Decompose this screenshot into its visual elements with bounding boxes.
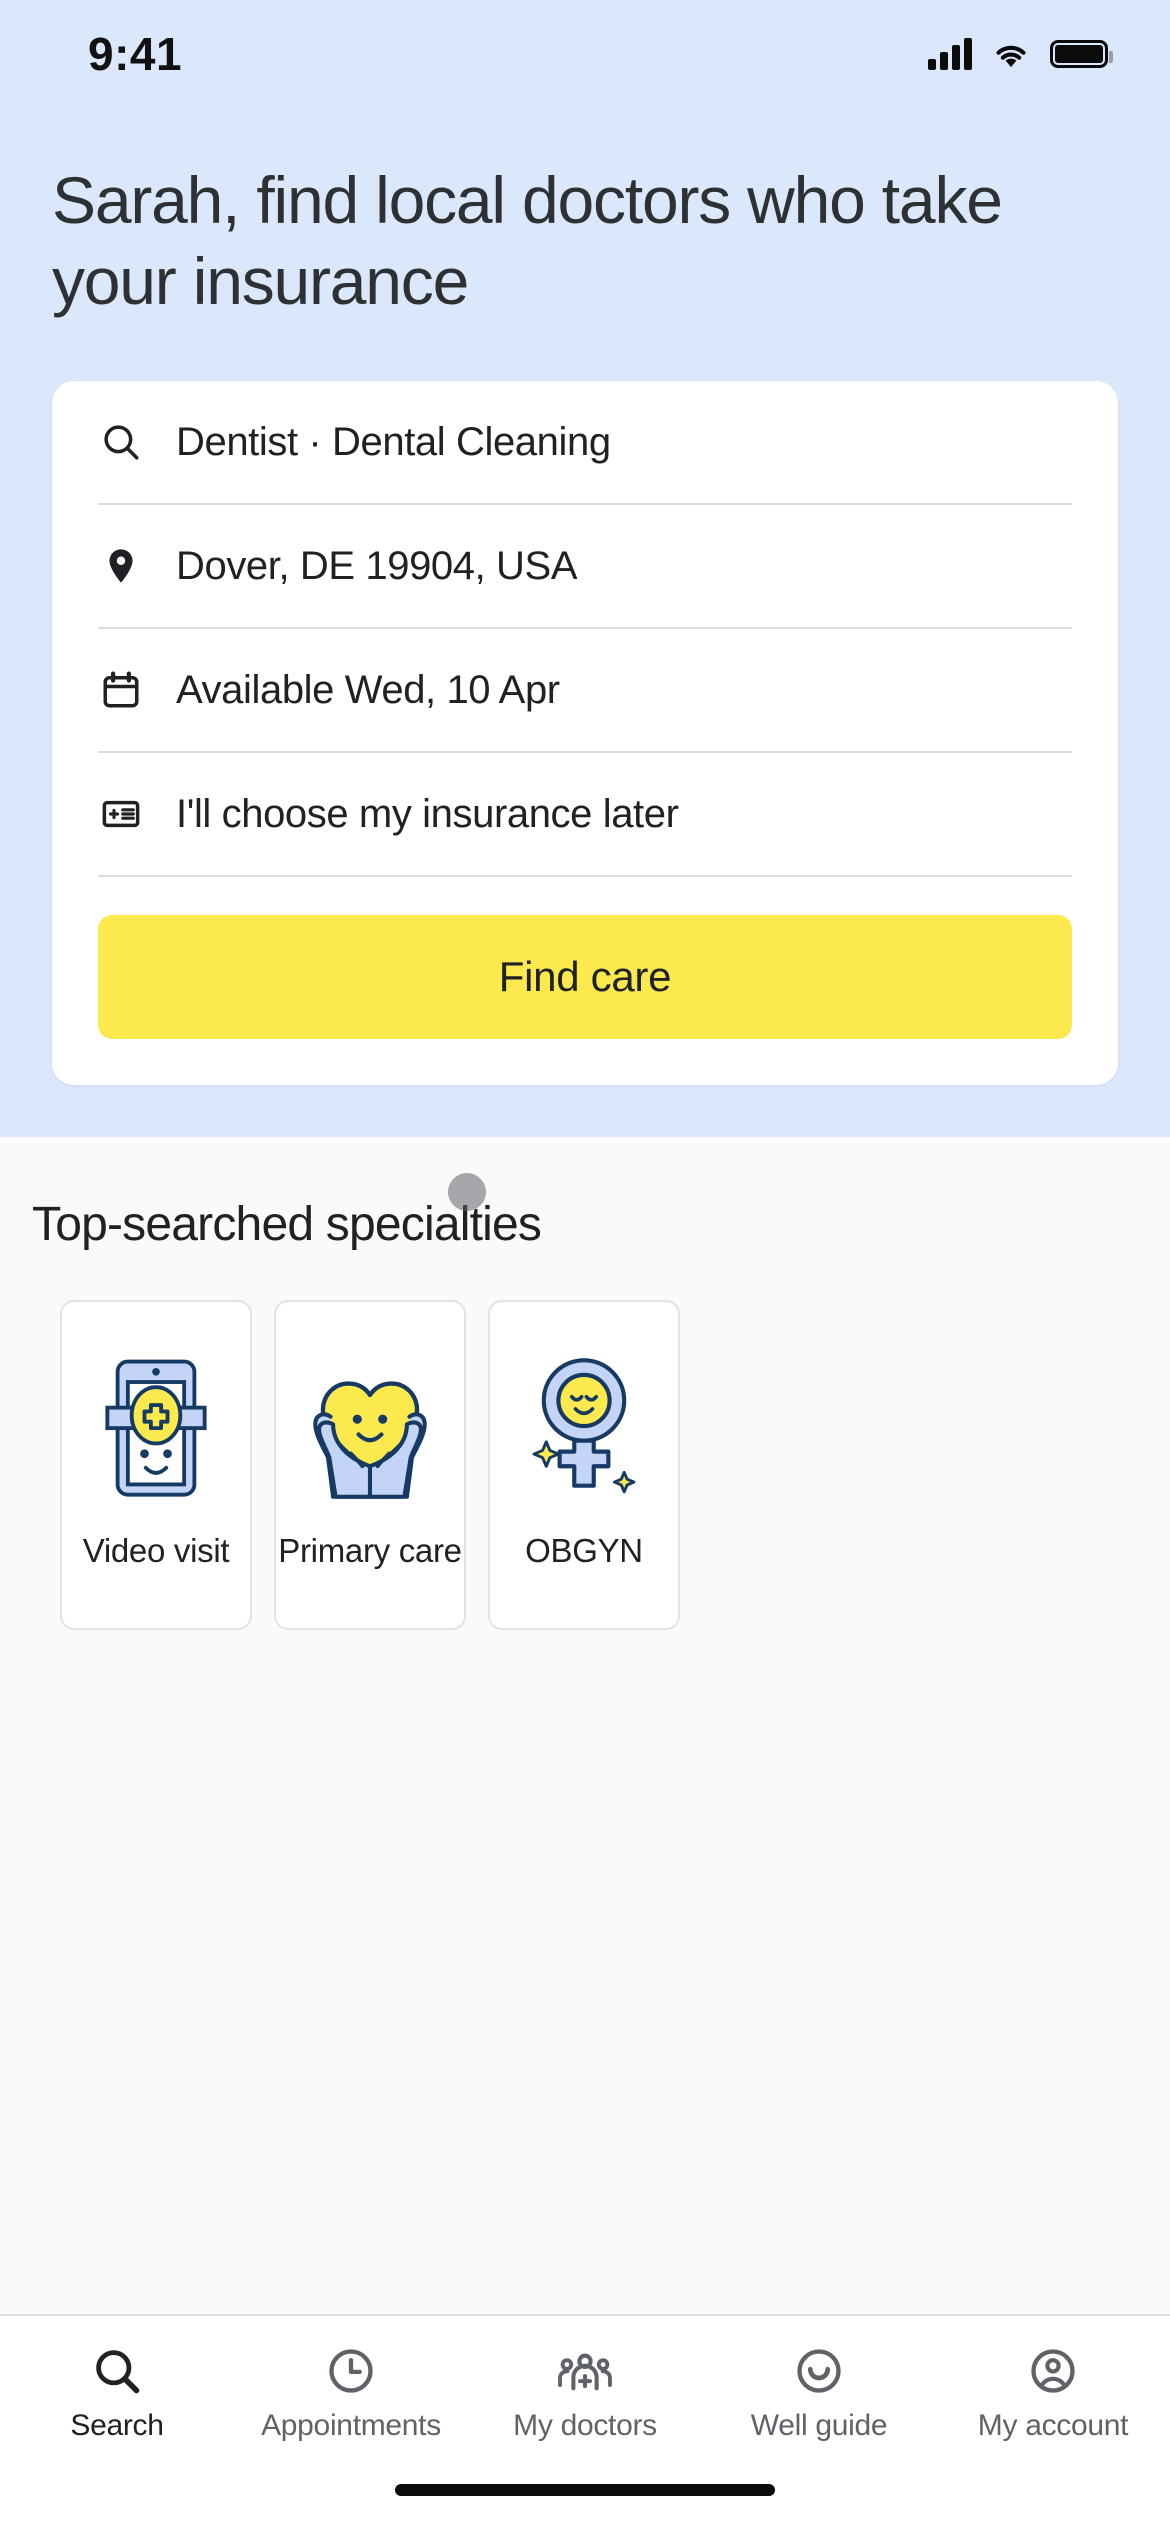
- wifi-icon: [990, 38, 1032, 70]
- nav-item-my-account[interactable]: My account: [936, 2343, 1170, 2443]
- female-symbol-face-illustration: [509, 1328, 659, 1518]
- search-insurance-value: I'll choose my insurance later: [176, 791, 679, 836]
- status-bar-icons: [928, 38, 1113, 70]
- find-care-wrapper: Find care: [98, 877, 1072, 1085]
- specialty-card-obgyn[interactable]: OBGYN: [488, 1300, 680, 1631]
- specialty-card-label: OBGYN: [525, 1532, 643, 1570]
- search-location-value: Dover, DE 19904, USA: [176, 543, 578, 588]
- bottom-navigation: Search Appointments My doctors Well guid…: [0, 2314, 1170, 2470]
- account-circle-icon: [1027, 2343, 1079, 2399]
- nav-item-label: Search: [70, 2409, 164, 2442]
- specialties-title: Top-searched specialties: [32, 1198, 542, 1252]
- home-indicator[interactable]: [395, 2484, 775, 2496]
- search-row-insurance[interactable]: I'll choose my insurance later: [98, 753, 1072, 878]
- search-row-specialty[interactable]: Dentist · Dental Cleaning: [98, 381, 1072, 506]
- calendar-icon: [98, 667, 144, 713]
- specialty-card-primary-care[interactable]: Primary care: [274, 1300, 466, 1631]
- specialty-card-video-visit[interactable]: Video visit: [60, 1300, 252, 1631]
- clock-icon: [325, 2343, 377, 2399]
- find-care-button[interactable]: Find care: [98, 915, 1072, 1040]
- nav-item-well-guide[interactable]: Well guide: [702, 2343, 936, 2443]
- home-indicator-area: [0, 2470, 1170, 2532]
- signal-bars-icon: [928, 38, 972, 70]
- nav-item-label: Well guide: [750, 2409, 888, 2442]
- page-title: Sarah, find local doctors who take your …: [52, 163, 1003, 318]
- search-specialty-value: Dentist · Dental Cleaning: [176, 419, 611, 464]
- app-screen: 9:41 Sarah, find local doctors who take …: [0, 0, 1170, 2532]
- search-icon: [91, 2343, 143, 2399]
- specialties-card-row: Video visit Primary care OBGYN: [0, 1300, 1170, 1631]
- battery-icon: [1050, 40, 1113, 68]
- search-icon: [98, 419, 144, 465]
- cursor-indicator: [448, 1173, 486, 1212]
- specialty-card-label: Primary care: [278, 1532, 462, 1570]
- search-row-location[interactable]: Dover, DE 19904, USA: [98, 505, 1072, 630]
- doctors-group-icon: [557, 2343, 613, 2399]
- hero-section: Sarah, find local doctors who take your …: [0, 108, 1170, 1138]
- nav-item-label: My doctors: [513, 2409, 657, 2442]
- nav-item-label: My account: [977, 2409, 1129, 2442]
- status-bar: 9:41: [0, 0, 1170, 108]
- location-pin-icon: [98, 543, 144, 589]
- specialty-card-label: Video visit: [82, 1532, 230, 1570]
- search-card: Dentist · Dental Cleaning Dover, DE 1990…: [52, 381, 1118, 1086]
- search-date-value: Available Wed, 10 Apr: [176, 667, 560, 712]
- nav-item-appointments[interactable]: Appointments: [234, 2343, 468, 2443]
- hands-holding-heart-illustration: [295, 1328, 445, 1518]
- nav-item-my-doctors[interactable]: My doctors: [468, 2343, 702, 2443]
- search-row-date[interactable]: Available Wed, 10 Apr: [98, 629, 1072, 754]
- smiley-face-icon: [793, 2343, 845, 2399]
- nav-item-label: Appointments: [261, 2409, 441, 2442]
- insurance-card-icon: [98, 791, 144, 837]
- specialties-section: Top-searched specialties Video visit Pri…: [0, 1137, 1170, 2314]
- status-bar-time: 9:41: [88, 28, 183, 80]
- nav-item-search[interactable]: Search: [0, 2343, 234, 2443]
- phone-with-medical-cross-illustration: [81, 1328, 231, 1518]
